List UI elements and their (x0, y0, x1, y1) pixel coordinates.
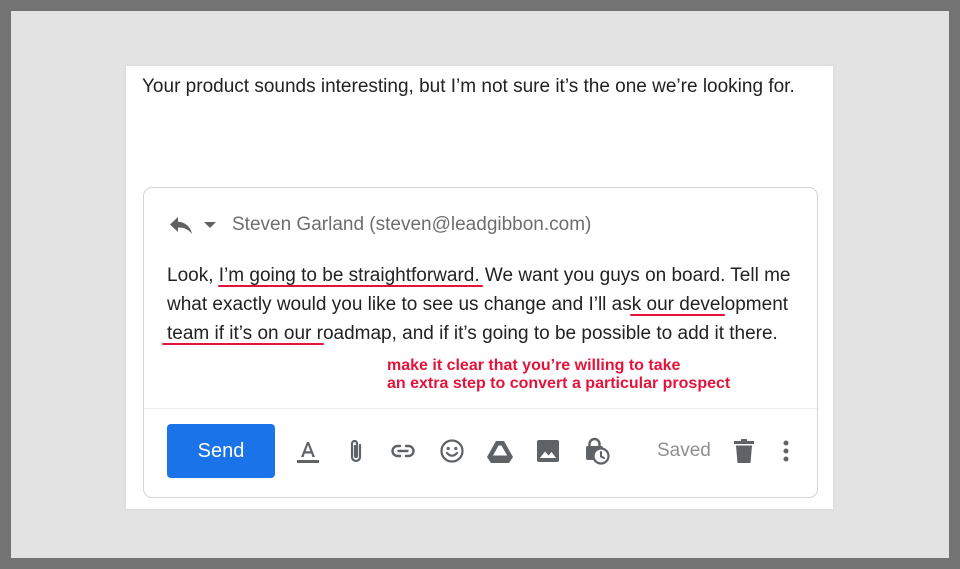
link-icon[interactable] (388, 436, 418, 466)
saved-status: Saved (657, 440, 711, 461)
reply-icon[interactable] (168, 214, 194, 236)
photo-icon[interactable] (533, 436, 563, 466)
received-message-text: Your product sounds interesting, but I’m… (142, 76, 795, 97)
reply-header: Steven Garland (steven@leadgibbon.com) (168, 210, 591, 240)
delete-icon[interactable] (729, 436, 759, 466)
annotation-underline (630, 314, 725, 316)
highlight-straightforward: I’m going to be straightforward (218, 265, 475, 286)
toolbar-divider (144, 408, 817, 409)
reply-body[interactable]: Look, I’m going to be straightforward. W… (167, 261, 807, 348)
chevron-down-icon[interactable] (204, 221, 216, 229)
recipient-field[interactable]: Steven Garland (steven@leadgibbon.com) (232, 214, 591, 236)
more-options-icon[interactable] (771, 436, 801, 466)
confidential-mode-icon[interactable] (581, 436, 611, 466)
highlight-ask-team: I’ll ask our (588, 294, 674, 315)
drive-icon[interactable] (485, 436, 515, 466)
annotation-underline (162, 343, 324, 345)
attachment-icon[interactable] (341, 436, 371, 466)
emoji-icon[interactable] (437, 436, 467, 466)
annotation-underline (218, 285, 483, 287)
format-text-icon[interactable] (293, 436, 323, 466)
annotation-note: make it clear that you’re willing to tak… (387, 357, 731, 392)
send-button[interactable]: Send (167, 424, 275, 478)
